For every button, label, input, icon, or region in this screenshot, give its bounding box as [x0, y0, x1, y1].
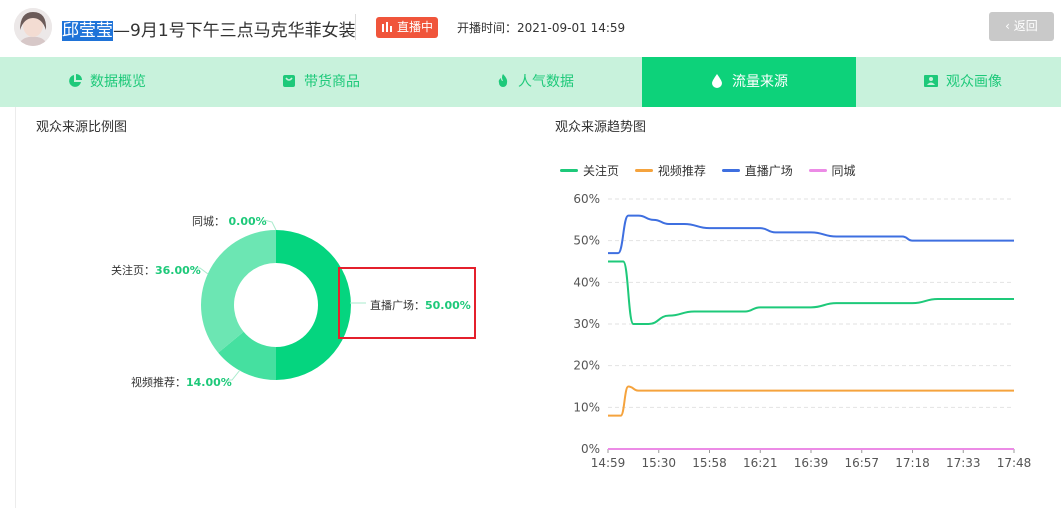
- legend-label: 关注页: [583, 164, 620, 178]
- chart-legend: 关注页 视频推荐 直播广场 同城: [560, 162, 868, 179]
- tab-products[interactable]: 带货商品: [214, 57, 428, 107]
- tab-data-overview[interactable]: 数据概览: [0, 57, 214, 107]
- series-line: [607, 260, 1014, 325]
- legend-item-video[interactable]: 视频推荐: [634, 162, 706, 179]
- tab-bar: 数据概览 带货商品 人气数据 流量来源 观众画像: [0, 57, 1061, 107]
- x-tick-label: 16:21: [743, 456, 778, 470]
- x-tick-label: 17:33: [946, 456, 981, 470]
- legend-swatch: [721, 169, 740, 172]
- series-line: [608, 385, 1014, 417]
- legend-label: 直播广场: [744, 164, 793, 178]
- legend-swatch: [634, 169, 653, 172]
- x-tick-label: 16:57: [844, 456, 879, 470]
- start-time-label: 开播时间：: [457, 21, 518, 35]
- tab-audience-profile[interactable]: 观众画像: [856, 57, 1061, 107]
- y-tick-label: 10%: [573, 400, 600, 414]
- live-status-badge: 直播中: [376, 17, 438, 38]
- legend-label: 视频推荐: [657, 164, 706, 178]
- tab-traffic-source[interactable]: 流量来源: [642, 57, 856, 107]
- y-tick-label: 40%: [573, 275, 600, 289]
- x-tick-label: 17:48: [997, 456, 1032, 470]
- live-title-text: —9月1号下午三点马克华菲女装: [113, 21, 356, 41]
- x-tick-label: 16:39: [794, 456, 829, 470]
- avatar[interactable]: [14, 8, 52, 46]
- y-tick-label: 20%: [573, 359, 600, 373]
- pie-slice: [201, 230, 276, 353]
- x-tick-label: 15:30: [641, 456, 676, 470]
- pie-label-percent: 14.00%: [186, 376, 232, 389]
- header-bar: 邱莹莹—9月1号下午三点马克华菲女装 直播中 开播时间：2021-09-01 1…: [0, 0, 1061, 56]
- tab-label: 数据概览: [90, 74, 146, 90]
- anchor-name: 邱莹莹: [62, 21, 113, 41]
- pie-label-name: 关注页: [111, 264, 144, 277]
- pie-icon: [69, 74, 82, 87]
- pie-slice: [218, 331, 276, 380]
- legend-item-follow[interactable]: 关注页: [560, 162, 619, 179]
- pie-label-percent: 36.00%: [155, 264, 201, 277]
- pie-label-follow: 关注页：36.00%: [111, 264, 201, 277]
- tab-label: 带货商品: [304, 74, 360, 90]
- back-label: 返回: [1013, 19, 1038, 33]
- y-tick-label: 0%: [581, 442, 600, 456]
- live-title: 邱莹莹—9月1号下午三点马克华菲女装: [62, 16, 356, 41]
- live-badge-label: 直播中: [397, 20, 434, 34]
- bag-icon: [283, 75, 295, 87]
- tab-label: 人气数据: [518, 74, 574, 90]
- x-tick-label: 14:59: [591, 456, 626, 470]
- series-line: [608, 214, 1014, 255]
- back-button[interactable]: ‹ 返回: [989, 12, 1054, 41]
- highlight-box: [338, 267, 476, 339]
- pie-section-title: 观众来源比例图: [36, 120, 128, 135]
- tab-popularity[interactable]: 人气数据: [428, 57, 642, 107]
- pie-label-name: 同城: [192, 215, 214, 228]
- legend-item-live-square[interactable]: 直播广场: [721, 162, 793, 179]
- pie-label-video: 视频推荐：14.00%: [131, 376, 232, 389]
- start-time-value: 2021-09-01 14:59: [517, 21, 626, 35]
- legend-label: 同城: [831, 164, 856, 178]
- tab-label: 观众画像: [946, 74, 1002, 90]
- x-tick-label: 17:18: [895, 456, 930, 470]
- back-arrow-icon: ‹: [1005, 19, 1014, 33]
- live-bars-icon: [382, 22, 392, 32]
- header-divider: [355, 14, 356, 40]
- legend-swatch: [560, 169, 578, 172]
- y-tick-label: 30%: [573, 317, 600, 331]
- pie-label-same-city: 同城： 0.00%: [192, 215, 267, 228]
- pie-label-percent: 0.00%: [228, 215, 267, 228]
- flame-icon: [498, 74, 508, 87]
- x-tick-label: 15:58: [692, 456, 727, 470]
- y-tick-label: 60%: [573, 192, 600, 206]
- portrait-icon: [924, 75, 938, 87]
- tab-label: 流量来源: [732, 74, 788, 90]
- trend-section-title: 观众来源趋势图: [555, 120, 647, 135]
- pie-label-name: 视频推荐: [131, 376, 175, 389]
- legend-item-same-city[interactable]: 同城: [808, 162, 856, 179]
- start-time: 开播时间：2021-09-01 14:59: [457, 19, 625, 36]
- panel-border: [15, 107, 16, 508]
- drop-icon: [712, 74, 722, 88]
- y-tick-label: 50%: [573, 234, 600, 248]
- legend-swatch: [808, 169, 827, 172]
